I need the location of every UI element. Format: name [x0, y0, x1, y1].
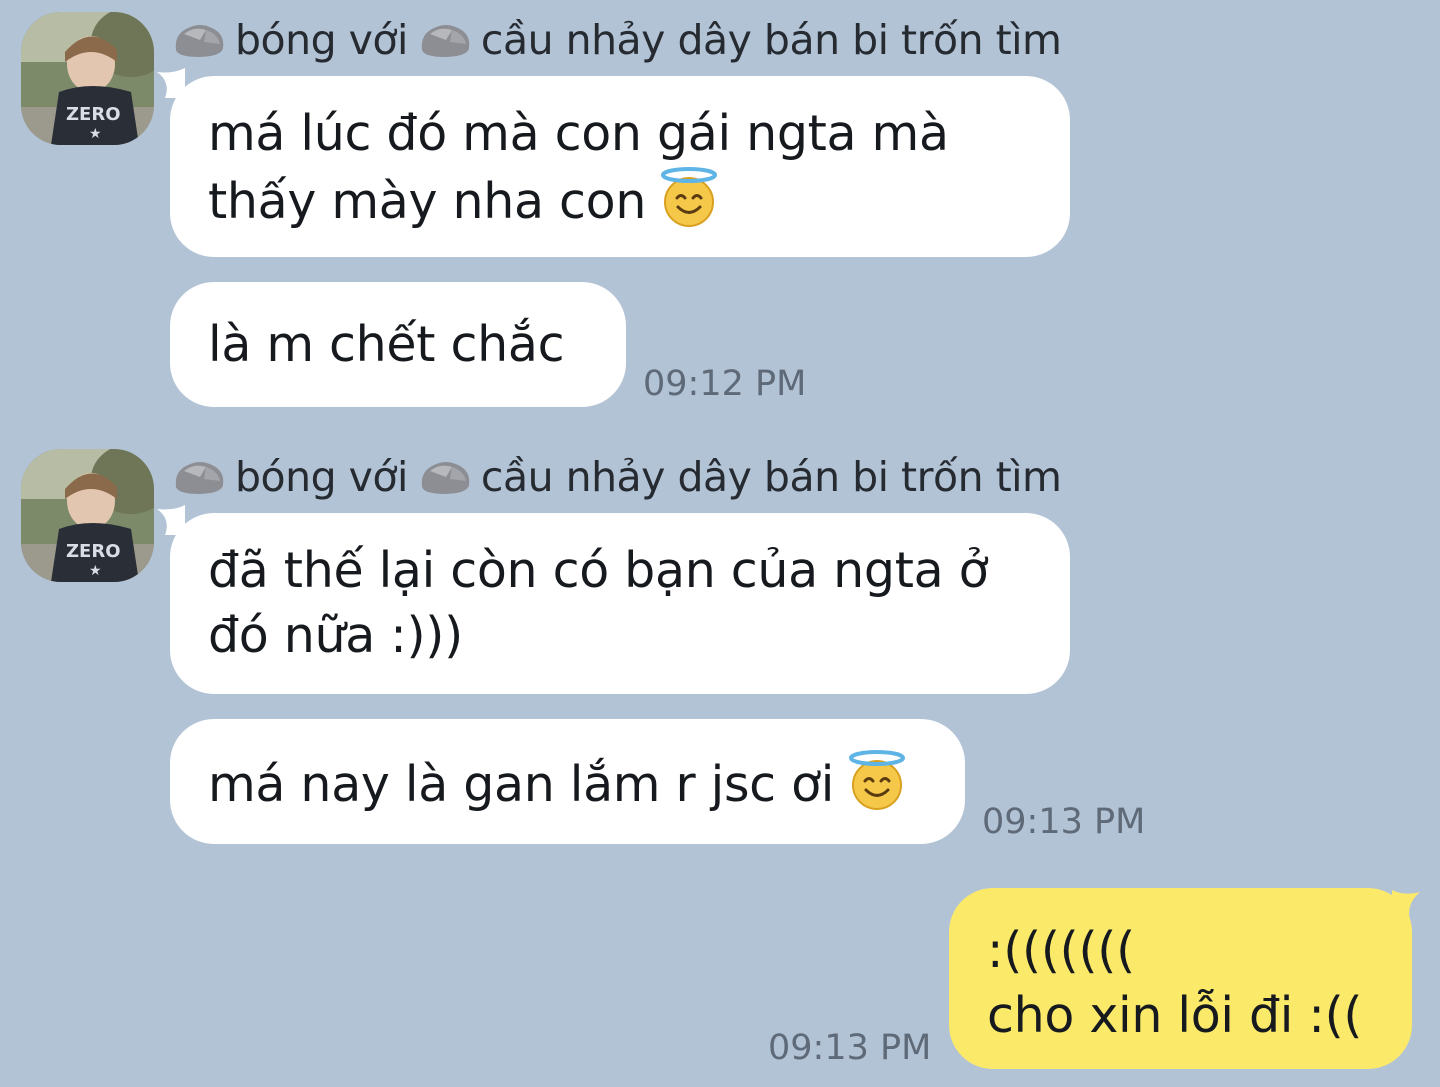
message-line: cho xin lỗi đi :((: [987, 987, 1363, 1044]
smiling-face-with-halo-icon: [849, 750, 906, 810]
message-bubble[interactable]: má nay là gan lắm r jsc ơi: [170, 719, 965, 844]
rock-icon: [421, 462, 470, 494]
sender-name: bóng với cầu nhảy dây bán bi trốn tìm: [172, 452, 1062, 502]
svg-text:★: ★: [89, 126, 102, 142]
message-line: là m chết chắc: [208, 316, 565, 373]
message-bubble[interactable]: má lúc đó mà con gái ngta mà thấy mày nh…: [170, 76, 1070, 257]
message-timestamp: 09:12 PM: [643, 364, 807, 404]
message-line: :(((((((: [987, 922, 1135, 979]
message-bubble[interactable]: là m chết chắc: [170, 282, 626, 407]
rock-icon: [421, 25, 470, 57]
outgoing-message-bubble[interactable]: :((((((( cho xin lỗi đi :((: [949, 888, 1412, 1069]
message-line: thấy mày nha con: [208, 173, 647, 230]
svg-text:ZERO: ZERO: [66, 104, 121, 125]
message-line: đã thế lại còn có bạn của ngta ở: [208, 542, 989, 599]
rock-icon: [175, 25, 224, 57]
sender-name: bóng với cầu nhảy dây bán bi trốn tìm: [172, 15, 1062, 65]
smiling-face-with-halo-icon: [661, 167, 718, 227]
rock-icon: [175, 462, 224, 494]
sender-avatar[interactable]: ZERO ★: [21, 449, 154, 582]
message-bubble[interactable]: đã thế lại còn có bạn của ngta ở đó nữa …: [170, 513, 1070, 694]
message-timestamp: 09:13 PM: [768, 1028, 932, 1068]
message-timestamp: 09:13 PM: [982, 802, 1146, 842]
svg-text:★: ★: [89, 563, 102, 579]
sender-avatar[interactable]: ZERO ★: [21, 12, 154, 145]
message-line: má nay là gan lắm r jsc ơi: [208, 756, 835, 813]
message-line: má lúc đó mà con gái ngta mà: [208, 105, 949, 162]
bubble-tail: [1392, 890, 1420, 920]
svg-text:ZERO: ZERO: [66, 541, 121, 562]
message-line: đó nữa :))): [208, 607, 463, 664]
